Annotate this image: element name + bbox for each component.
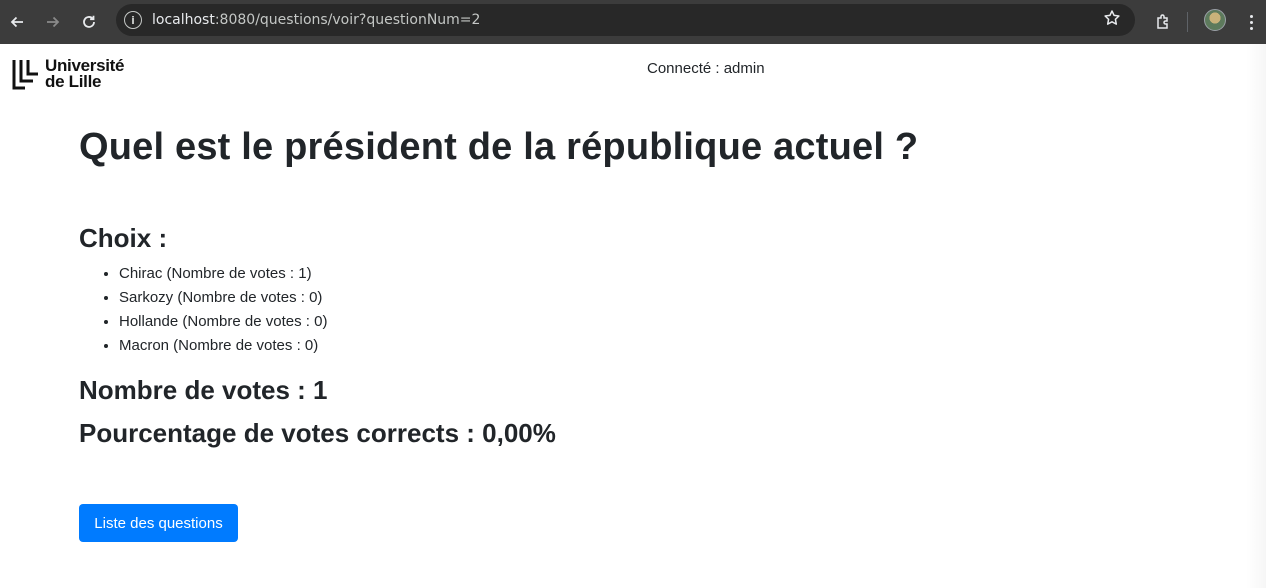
toolbar-divider (1187, 12, 1188, 32)
bookmark-star-icon[interactable] (1103, 9, 1121, 32)
menu-kebab-icon[interactable] (1244, 10, 1258, 34)
total-votes: Nombre de votes : 1 (79, 375, 328, 405)
choice-item: Sarkozy (Nombre de votes : 0) (119, 286, 327, 310)
extensions-icon[interactable] (1150, 8, 1178, 36)
reload-icon[interactable] (74, 7, 104, 37)
choice-item: Macron (Nombre de votes : 0) (119, 334, 327, 358)
logo-mark-icon (12, 60, 38, 90)
forward-icon[interactable] (38, 7, 68, 37)
connected-user: Connecté : admin (647, 60, 765, 77)
choices-heading: Choix : (79, 223, 168, 253)
back-icon[interactable] (2, 7, 32, 37)
choices-list: Chirac (Nombre de votes : 1) Sarkozy (No… (79, 262, 327, 358)
choice-item: Hollande (Nombre de votes : 0) (119, 310, 327, 334)
site-info-icon[interactable]: i (124, 11, 142, 29)
logo-line-2: de Lille (45, 72, 102, 91)
logo-text: Université de Lille (45, 57, 125, 91)
url-text[interactable]: localhost:8080/questions/voir?questionNu… (152, 12, 480, 28)
question-list-button[interactable]: Liste des questions (79, 504, 238, 542)
browser-toolbar: i localhost:8080/questions/voir?question… (0, 0, 1266, 44)
question-title: Quel est le président de la république a… (79, 126, 919, 168)
correct-percentage: Pourcentage de votes corrects : 0,00% (79, 418, 556, 448)
address-bar[interactable]: i localhost:8080/questions/voir?question… (116, 4, 1135, 36)
university-logo[interactable]: Université de Lille (11, 57, 125, 92)
choice-item: Chirac (Nombre de votes : 1) (119, 262, 327, 286)
page-edge-shadow (1246, 44, 1266, 588)
profile-avatar[interactable] (1204, 9, 1226, 31)
